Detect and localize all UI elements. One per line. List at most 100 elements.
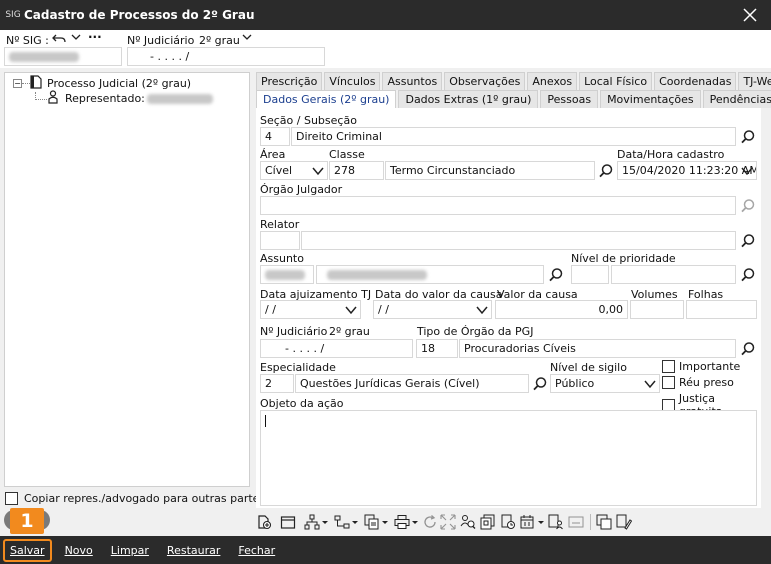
relator-code-input[interactable] bbox=[260, 231, 300, 250]
data-valor-picker[interactable]: / / bbox=[373, 300, 492, 319]
tab-coordenadas[interactable]: Coordenadas bbox=[654, 72, 737, 90]
collapse-icon[interactable]: − bbox=[13, 79, 22, 88]
copy-dropdown-icon[interactable] bbox=[380, 514, 390, 530]
reu-preso-checkbox[interactable]: Réu preso bbox=[662, 376, 734, 389]
text-cursor bbox=[265, 415, 266, 427]
sig-input[interactable] bbox=[4, 47, 122, 66]
classe-label: Classe bbox=[329, 148, 365, 161]
importante-box[interactable] bbox=[662, 360, 675, 373]
tab-pessoas[interactable]: Pessoas bbox=[540, 90, 599, 108]
fechar-button[interactable]: Fechar bbox=[233, 542, 280, 559]
document-stack-icon[interactable] bbox=[480, 514, 496, 530]
calendar-add-icon[interactable] bbox=[520, 514, 536, 530]
prioridade-name-input[interactable] bbox=[611, 265, 736, 284]
sigilo-select[interactable]: Público bbox=[550, 374, 660, 393]
orgao-search-icon[interactable] bbox=[740, 198, 756, 214]
hierarchy-dropdown-icon[interactable] bbox=[320, 514, 330, 530]
tipo-orgao-search-icon[interactable] bbox=[740, 341, 756, 357]
classe-name-input[interactable]: Termo Circunstanciado bbox=[385, 161, 595, 180]
volumes-input[interactable] bbox=[630, 300, 684, 319]
tab-prescricao[interactable]: Prescrição bbox=[256, 72, 323, 90]
printer-icon[interactable] bbox=[394, 514, 410, 530]
objeto-textarea[interactable] bbox=[260, 410, 757, 506]
assunto-code-input[interactable] bbox=[260, 265, 314, 284]
secao-name-input[interactable]: Direito Criminal bbox=[291, 127, 736, 146]
calendar-dropdown-icon[interactable] bbox=[536, 514, 546, 530]
window-icon[interactable] bbox=[280, 514, 296, 530]
orgao-input[interactable] bbox=[260, 196, 736, 215]
area-select[interactable]: Cível bbox=[260, 161, 328, 180]
tab-movimentacoes[interactable]: Movimentações bbox=[600, 90, 701, 108]
undo-icon[interactable] bbox=[52, 31, 66, 48]
classe-code-input[interactable]: 278 bbox=[329, 161, 384, 180]
people-search-icon[interactable] bbox=[460, 514, 476, 530]
copy-checkbox-box[interactable] bbox=[5, 492, 18, 505]
copy-representative-checkbox[interactable]: Copiar repres./advogado para outras part… bbox=[5, 492, 265, 505]
valor-input[interactable]: 0,00 bbox=[495, 300, 628, 319]
copy-checkbox-label: Copiar repres./advogado para outras part… bbox=[24, 492, 266, 505]
importante-label: Importante bbox=[679, 360, 741, 373]
tipo-orgao-label: Tipo de Órgão da PGJ bbox=[417, 325, 534, 338]
screen-icon[interactable] bbox=[568, 514, 584, 530]
tab-vinculos[interactable]: Vínculos bbox=[324, 72, 381, 90]
action-toolbar bbox=[256, 510, 761, 534]
secao-code-input[interactable]: 4 bbox=[260, 127, 290, 146]
data-ajuiz-picker[interactable]: / / bbox=[260, 300, 361, 319]
tab-anexos[interactable]: Anexos bbox=[527, 72, 578, 90]
tab-tj-web[interactable]: TJ-Web bbox=[738, 72, 771, 90]
add-document-icon[interactable] bbox=[256, 514, 272, 530]
secao-search-icon[interactable] bbox=[740, 129, 756, 145]
expand-icon[interactable] bbox=[440, 514, 456, 530]
assunto-name-input[interactable] bbox=[316, 265, 544, 284]
hierarchy-icon[interactable] bbox=[304, 514, 320, 530]
printer-dropdown-icon[interactable] bbox=[410, 514, 420, 530]
tab-observacoes[interactable]: Observações bbox=[444, 72, 526, 90]
process-tree: − Processo Judicial (2º grau) Representa… bbox=[4, 72, 250, 487]
salvar-button[interactable]: Salvar bbox=[3, 538, 52, 562]
chevron-down-icon[interactable] bbox=[70, 31, 82, 46]
sigilo-chevron-icon bbox=[644, 380, 656, 389]
classe-search-icon[interactable] bbox=[598, 163, 614, 179]
relator-search-icon[interactable] bbox=[740, 233, 756, 249]
judiciario-input[interactable]: - . . . . / bbox=[127, 47, 325, 66]
tab-dados-extras[interactable]: Dados Extras (1º grau) bbox=[398, 90, 539, 108]
prioridade-search-icon[interactable] bbox=[740, 267, 756, 283]
importante-checkbox[interactable]: Importante bbox=[662, 360, 740, 373]
folhas-input[interactable] bbox=[686, 300, 757, 319]
close-icon[interactable] bbox=[739, 4, 761, 26]
assunto-search-icon[interactable] bbox=[548, 267, 564, 283]
tab-local-fisico[interactable]: Local Físico bbox=[579, 72, 653, 90]
network-dropdown-icon[interactable] bbox=[350, 514, 360, 530]
grau-label: 2º grau bbox=[199, 34, 240, 47]
document-clock-icon[interactable] bbox=[500, 514, 516, 530]
reu-preso-box[interactable] bbox=[662, 376, 675, 389]
tab-pendencias[interactable]: Pendências bbox=[702, 90, 771, 108]
tab-dados-gerais[interactable]: Dados Gerais (2º grau) bbox=[256, 90, 397, 108]
tipo-orgao-code-input[interactable]: 18 bbox=[416, 339, 458, 358]
novo-button[interactable]: Novo bbox=[60, 542, 98, 559]
relator-name-input[interactable] bbox=[301, 231, 736, 250]
refresh-icon[interactable] bbox=[422, 514, 438, 530]
restaurar-button[interactable]: Restaurar bbox=[162, 542, 225, 559]
multi-window-icon[interactable] bbox=[596, 514, 612, 530]
especialidade-code-input[interactable]: 2 bbox=[260, 374, 294, 393]
grau-chevron-icon[interactable] bbox=[241, 31, 253, 46]
data-ajuiz-chevron-icon bbox=[345, 306, 357, 315]
area-label: Área bbox=[260, 148, 286, 161]
nj-input[interactable]: - . . . . / bbox=[260, 339, 413, 358]
datahora-picker[interactable]: 15/04/2020 11:23:20 AM bbox=[617, 161, 757, 180]
objeto-label: Objeto da ação bbox=[260, 397, 344, 410]
document-person-icon[interactable] bbox=[548, 514, 564, 530]
toolbar-separator bbox=[590, 514, 591, 530]
more-icon[interactable]: ··· bbox=[88, 30, 102, 44]
especialidade-search-icon[interactable] bbox=[532, 376, 548, 392]
tipo-orgao-name-input[interactable]: Procuradorias Cíveis bbox=[459, 339, 736, 358]
network-icon[interactable] bbox=[334, 514, 350, 530]
tab-assuntos[interactable]: Assuntos bbox=[382, 72, 443, 90]
tree-child[interactable]: Representado: bbox=[35, 90, 213, 107]
copy-pages-icon[interactable] bbox=[364, 514, 380, 530]
especialidade-name-input[interactable]: Questões Jurídicas Gerais (Cível) bbox=[295, 374, 529, 393]
prioridade-code-input[interactable] bbox=[571, 265, 609, 284]
edit-tool-icon[interactable] bbox=[616, 514, 633, 530]
limpar-button[interactable]: Limpar bbox=[106, 542, 154, 559]
